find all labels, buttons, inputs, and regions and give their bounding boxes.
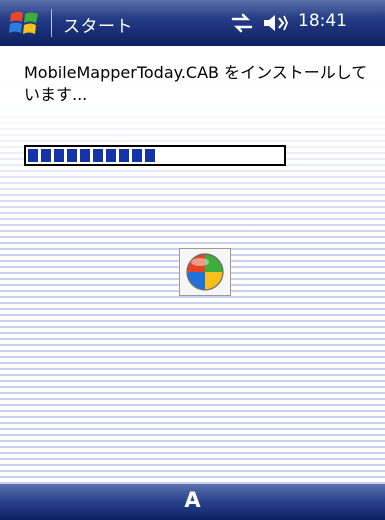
install-screen: MobileMapperToday.CAB をインストールして います... xyxy=(0,46,385,484)
input-method-indicator[interactable]: A xyxy=(0,488,385,512)
clock[interactable]: 18:41 xyxy=(298,11,347,31)
install-message: MobileMapperToday.CAB をインストールして います... xyxy=(24,63,368,104)
install-progress-bar xyxy=(24,145,286,166)
windows-flag-icon[interactable] xyxy=(8,8,40,38)
volume-icon[interactable] xyxy=(262,12,288,34)
connectivity-icon[interactable] xyxy=(230,12,254,34)
windows-logo-icon xyxy=(179,248,231,296)
start-menu-label[interactable]: スタート xyxy=(63,12,133,37)
titlebar-divider xyxy=(51,9,52,37)
title-bar: スタート 18:41 xyxy=(0,0,385,46)
progress-fill xyxy=(28,149,155,162)
bottom-menu-bar: A xyxy=(0,484,385,520)
